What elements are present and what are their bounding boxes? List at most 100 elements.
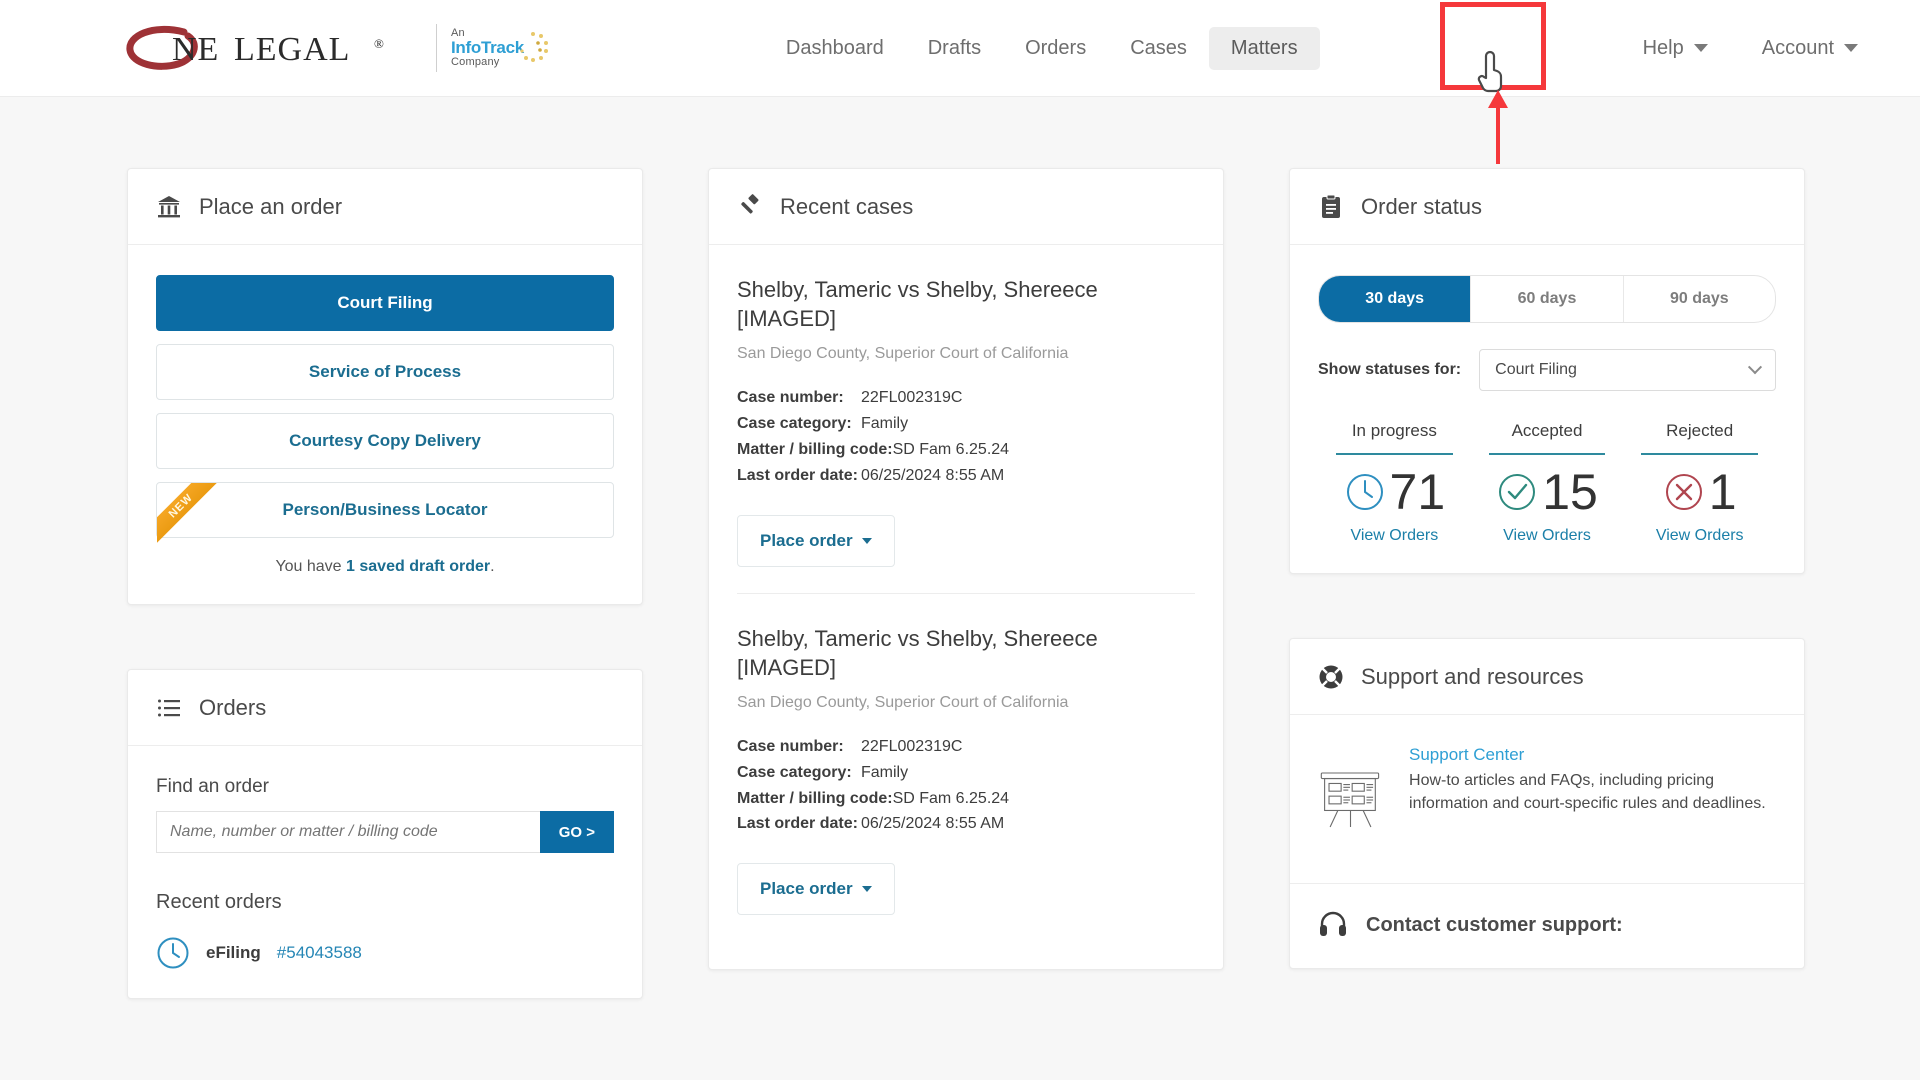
svg-text:LEGAL: LEGAL: [234, 31, 350, 68]
case-number-value: 22FL002319C: [861, 389, 963, 407]
lifebuoy-icon: [1319, 665, 1343, 689]
case-number-value: 22FL002319C: [861, 737, 963, 755]
recent-order-item[interactable]: eFiling #54043588: [156, 936, 614, 970]
annotation-highlight-box: [1440, 2, 1546, 90]
clock-icon: [1346, 474, 1383, 510]
chevron-down-icon: [861, 537, 872, 544]
case-title[interactable]: Shelby, Tameric vs Shelby, Shereece [IMA…: [737, 624, 1195, 682]
range-30-days[interactable]: 30 days: [1319, 276, 1472, 322]
case-court: San Diego County, Superior Court of Cali…: [737, 345, 1069, 363]
contact-customer-support-row[interactable]: Contact customer support:: [1290, 883, 1804, 968]
draft-note-count[interactable]: 1 saved draft order: [346, 558, 490, 575]
draft-note-post: .: [490, 558, 495, 575]
support-center-text: Support Center How-to articles and FAQs,…: [1409, 745, 1776, 815]
nav-item-matters[interactable]: Matters: [1208, 26, 1320, 70]
support-resources-body: Support Center How-to articles and FAQs,…: [1290, 715, 1804, 883]
infotrack-dots-icon: [520, 31, 548, 62]
case-place-order-label: Place order: [760, 879, 853, 899]
orders-header: Orders: [128, 670, 642, 746]
order-status-title: Order status: [1361, 194, 1483, 219]
person-business-locator-button[interactable]: NEW Person/Business Locator: [156, 482, 614, 545]
column-right: Order status 30 days 60 days 90 days Sho…: [1289, 168, 1805, 969]
whiteboard-icon: [1320, 772, 1380, 828]
check-circle-icon: [1499, 474, 1536, 510]
gavel-icon: [741, 194, 759, 214]
stat-rejected: Rejected 1 View Orders: [1623, 421, 1776, 545]
list-icon: [158, 699, 180, 717]
matter-billing-label: Matter / billing code:: [737, 440, 893, 458]
stat-in-progress: In progress 71 View Orders: [1318, 421, 1471, 545]
last-order-date-label: Last order date:: [737, 466, 858, 484]
nav-item-orders[interactable]: Orders: [1003, 27, 1108, 70]
stat-divider: [1488, 453, 1606, 455]
nav-item-help[interactable]: Help: [1621, 27, 1730, 70]
service-of-process-button[interactable]: Service of Process: [156, 344, 614, 400]
support-resources-card: Support and resources Support Center How…: [1289, 638, 1805, 969]
nav-item-help-label: Help: [1642, 36, 1684, 59]
infotrack-name: InfoTrack: [451, 38, 524, 58]
one-legal-logo-icon: NE LEGAL ®: [126, 25, 384, 70]
orders-body: Find an order GO > Recent orders eFiling…: [128, 746, 642, 998]
new-badge-label: NEW: [157, 483, 219, 545]
saved-draft-note: You have 1 saved draft order.: [156, 558, 614, 576]
column-middle: Recent cases Shelby, Tameric vs Shelby, …: [708, 168, 1224, 971]
last-order-date-label: Last order date:: [737, 815, 858, 833]
headset-icon: [1320, 911, 1346, 936]
courtesy-copy-delivery-button[interactable]: Courtesy Copy Delivery: [156, 413, 614, 469]
find-order-search-row: GO >: [156, 811, 614, 853]
chevron-down-icon: [861, 886, 872, 893]
case-place-order-button[interactable]: Place order: [737, 863, 895, 916]
find-order-go-button[interactable]: GO >: [539, 811, 614, 853]
nav-item-account[interactable]: Account: [1740, 27, 1880, 70]
secondary-navigation: Help Account: [1621, 27, 1920, 70]
recent-order-number[interactable]: #54043588: [277, 943, 362, 963]
matter-billing-value: SD Fam 6.25.24: [892, 789, 1010, 807]
chevron-down-icon: [1844, 44, 1858, 52]
column-left: Place an order Court Filing Service of P…: [127, 168, 643, 999]
stat-divider: [1641, 453, 1759, 455]
range-90-days[interactable]: 90 days: [1624, 276, 1775, 322]
nav-item-cases[interactable]: Cases: [1108, 27, 1209, 70]
case-category-value: Family: [861, 414, 909, 432]
stat-accepted-count: 15: [1542, 464, 1598, 520]
support-center-link[interactable]: Support Center: [1409, 745, 1776, 765]
matter-billing-value: SD Fam 6.25.24: [892, 440, 1010, 458]
nav-item-dashboard[interactable]: Dashboard: [764, 27, 906, 70]
find-order-input[interactable]: [156, 811, 540, 853]
clipboard-icon: [1322, 194, 1340, 218]
app-header: NE LEGAL ® An InfoTrack Company Dashboar…: [0, 0, 1920, 97]
stat-accepted: Accepted 15 View Orders: [1471, 421, 1624, 545]
case-number-label: Case number:: [737, 389, 844, 407]
svg-text:®: ®: [374, 36, 384, 51]
place-an-order-header: Place an order: [128, 169, 642, 245]
stat-rejected-view-orders[interactable]: View Orders: [1623, 527, 1776, 545]
case-place-order-button[interactable]: Place order: [737, 514, 895, 567]
stat-accepted-view-orders[interactable]: View Orders: [1471, 527, 1624, 545]
logo-divider: [436, 24, 437, 72]
svg-text:NE: NE: [172, 31, 219, 68]
orders-card: Orders Find an order GO > Recent orders …: [127, 669, 643, 999]
stat-in-progress-view-orders[interactable]: View Orders: [1318, 527, 1471, 545]
dashboard-content: Place an order Court Filing Service of P…: [0, 97, 1920, 999]
matter-billing-label: Matter / billing code:: [737, 789, 893, 807]
infotrack-company: Company: [451, 55, 500, 68]
chevron-down-icon: [1747, 360, 1763, 375]
brand-logo[interactable]: NE LEGAL ® An InfoTrack Company: [122, 22, 548, 74]
case-category-label: Case category:: [737, 414, 852, 432]
status-filter-select[interactable]: Court Filing: [1479, 349, 1776, 391]
case-category-value: Family: [861, 763, 909, 781]
case-place-order-label: Place order: [760, 530, 853, 550]
court-filing-button[interactable]: Court Filing: [156, 275, 614, 331]
find-an-order-label: Find an order: [156, 776, 270, 797]
stat-rejected-value-row: 1: [1623, 467, 1776, 517]
stat-in-progress-value-row: 71: [1318, 467, 1471, 517]
case-title[interactable]: Shelby, Tameric vs Shelby, Shereece [IMA…: [737, 275, 1195, 333]
nav-item-drafts[interactable]: Drafts: [906, 27, 1003, 70]
support-center-description: How-to articles and FAQs, including pric…: [1409, 772, 1766, 813]
place-an-order-title: Place an order: [199, 194, 343, 219]
last-order-date-value: 06/25/2024 8:55 AM: [861, 466, 1005, 484]
stat-divider: [1336, 453, 1453, 455]
support-center-row: Support Center How-to articles and FAQs,…: [1318, 745, 1776, 855]
range-60-days[interactable]: 60 days: [1471, 276, 1624, 322]
place-an-order-card: Place an order Court Filing Service of P…: [127, 168, 643, 605]
